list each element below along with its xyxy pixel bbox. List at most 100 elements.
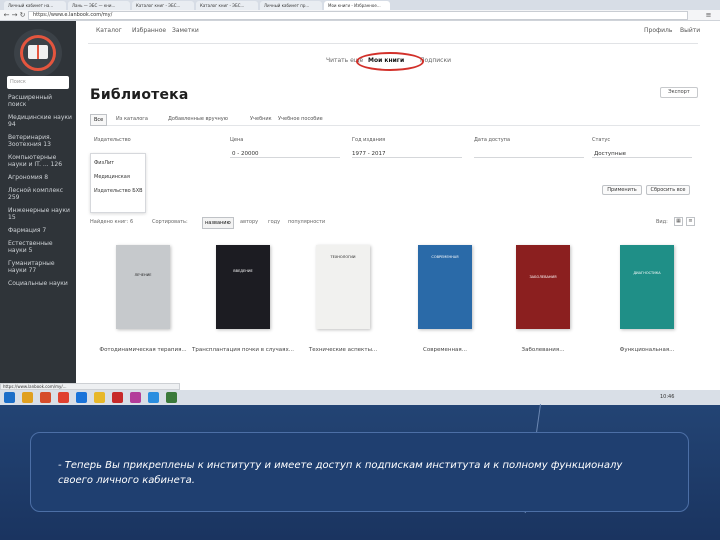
- cover-text: ВВЕДЕНИЕ: [233, 269, 253, 273]
- nav-catalog[interactable]: Каталог: [96, 27, 122, 34]
- nav-logout[interactable]: Выйти: [680, 27, 700, 34]
- cover-text: ТЕХНОЛОГИИ: [330, 255, 356, 259]
- sidebar-item[interactable]: Агрономия 8: [8, 174, 72, 181]
- sidebar-item[interactable]: Ветеринария. Зоотехния 13: [8, 134, 72, 148]
- list-view-icon[interactable]: ≡: [686, 217, 695, 226]
- sidebar-item[interactable]: Инженерные науки 15: [8, 207, 72, 221]
- reset-button[interactable]: Сбросить все: [646, 185, 690, 195]
- nav-profile[interactable]: Профиль: [644, 27, 672, 34]
- dropdown-option[interactable]: Медицинская: [94, 174, 144, 180]
- book-title[interactable]: Заболевания...: [492, 347, 594, 354]
- browser-tab[interactable]: Каталог книг - ЭБС...: [132, 1, 194, 10]
- slide-caption: - Теперь Вы прикреплены к институту и им…: [58, 460, 623, 486]
- sort-by-author[interactable]: автору: [240, 217, 258, 227]
- sidebar: Поиск Расширенный поиск Медицинские наук…: [0, 21, 76, 383]
- year-label: Год издания: [352, 137, 386, 143]
- sidebar-item[interactable]: Медицинские науки 94: [8, 114, 72, 128]
- onenote-icon[interactable]: [130, 392, 141, 403]
- sidebar-item[interactable]: Социальные науки: [8, 280, 72, 287]
- yandex-icon[interactable]: [58, 392, 69, 403]
- sort-by-popularity[interactable]: популярности: [288, 217, 325, 227]
- clock: 10:46: [660, 394, 675, 400]
- browser-toolbar: ← → ↻ https://www.e.lanbook.com/my/ ≡: [0, 10, 720, 21]
- browser-tab[interactable]: Личный кабинет пр...: [260, 1, 322, 10]
- divider: [88, 43, 698, 44]
- top-nav: Каталог Избранное Заметки Профиль Выйти: [76, 27, 700, 37]
- tab-subscriptions[interactable]: Подписки: [420, 55, 451, 67]
- pdf-icon[interactable]: [112, 392, 123, 403]
- cover-text: ЛЕЧЕНИЕ: [134, 273, 152, 277]
- cover-text: ЗАБОЛЕВАНИЯ: [529, 275, 557, 279]
- browser-tab[interactable]: Лань — ЭБС — кни...: [68, 1, 130, 10]
- tab-added-manually[interactable]: Добавленные вручную: [168, 114, 228, 124]
- book-cover[interactable]: ВВЕДЕНИЕ: [216, 245, 270, 329]
- view-label: Вид:: [656, 219, 668, 225]
- book-cover[interactable]: ТЕХНОЛОГИИ: [316, 245, 370, 329]
- status-label: Статус: [592, 137, 611, 143]
- tab-study-guide[interactable]: Учебное пособие: [278, 114, 323, 124]
- date-underline: [474, 157, 584, 158]
- os-taskbar: 10:46: [0, 390, 720, 405]
- book-title[interactable]: Функциональная...: [596, 347, 698, 354]
- sidebar-item[interactable]: Лесной комплекс 259: [8, 187, 72, 201]
- highlight-circle: [356, 52, 424, 71]
- dropdown-option[interactable]: ФизЛит: [94, 160, 144, 166]
- reload-icon[interactable]: ↻: [18, 11, 27, 20]
- book-cover[interactable]: СОВРЕМЕННАЯ: [418, 245, 472, 329]
- browser-tab[interactable]: Каталог книг - ЭБС...: [196, 1, 258, 10]
- book-icon: [28, 45, 48, 59]
- price-label: Цена: [230, 137, 244, 143]
- date-label: Дата доступа: [474, 137, 511, 143]
- status-underline: [592, 157, 692, 158]
- sidebar-item[interactable]: Естественные науки 5: [8, 240, 72, 254]
- app-icon[interactable]: [40, 392, 51, 403]
- main-content: Каталог Избранное Заметки Профиль Выйти …: [76, 21, 720, 383]
- address-bar[interactable]: https://www.e.lanbook.com/my/: [28, 11, 688, 20]
- tab-all[interactable]: Все: [90, 114, 108, 126]
- book-cover[interactable]: ЛЕЧЕНИЕ: [116, 245, 170, 329]
- year-underline: [352, 157, 462, 158]
- sort-label: Сортировать:: [152, 219, 188, 225]
- folder-icon[interactable]: [22, 392, 33, 403]
- category-tabs: Все Из каталога Добавленные вручную Учеб…: [90, 114, 700, 126]
- cover-text: ДИАГНОСТИКА: [633, 271, 661, 275]
- ie-icon[interactable]: [76, 392, 87, 403]
- logo[interactable]: [14, 29, 62, 77]
- windows-start-icon[interactable]: [4, 392, 15, 403]
- menu-icon[interactable]: ≡: [704, 11, 713, 20]
- page-title: Библиотека: [90, 87, 189, 103]
- sidebar-list: Расширенный поиск Медицинские науки 94 В…: [8, 94, 72, 293]
- sidebar-item[interactable]: Расширенный поиск: [8, 94, 72, 108]
- browser-tab-active[interactable]: Мои книги - Избранное...: [324, 1, 390, 10]
- sidebar-item[interactable]: Гуманитарные науки 77: [8, 260, 72, 274]
- excel-icon[interactable]: [166, 392, 177, 403]
- found-count: Найдено книг: 6: [90, 219, 134, 225]
- sort-by-title[interactable]: названию: [202, 217, 234, 229]
- sidebar-item[interactable]: Компьютерные науки и IT. ... 126: [8, 154, 72, 168]
- sort-by-year[interactable]: году: [268, 217, 280, 227]
- book-title[interactable]: Трансплантация почки в случаях...: [192, 347, 294, 354]
- sidebar-item[interactable]: Фармация 7: [8, 227, 72, 234]
- book-cover[interactable]: ЗАБОЛЕВАНИЯ: [516, 245, 570, 329]
- book-cover[interactable]: ДИАГНОСТИКА: [620, 245, 674, 329]
- tab-from-catalog[interactable]: Из каталога: [116, 114, 148, 124]
- publisher-label: Издательство: [94, 137, 131, 143]
- grid-view-icon[interactable]: ▦: [674, 217, 683, 226]
- tab-textbook[interactable]: Учебник: [250, 114, 272, 124]
- sidebar-search-input[interactable]: Поиск: [7, 76, 69, 89]
- publisher-dropdown[interactable]: ФизЛит Медицинская Издательство БХВ: [90, 153, 146, 213]
- nav-notes[interactable]: Заметки: [172, 27, 199, 34]
- book-title[interactable]: Фотодинамическая терапия...: [92, 347, 194, 354]
- apply-button[interactable]: Применить: [602, 185, 642, 195]
- book-title[interactable]: Технические аспекты...: [292, 347, 394, 354]
- skype-icon[interactable]: [148, 392, 159, 403]
- dropdown-option[interactable]: Издательство БХВ: [94, 188, 144, 194]
- price-underline: [230, 157, 340, 158]
- browser-tab[interactable]: Личный кабинет на...: [4, 1, 66, 10]
- book-title[interactable]: Современная...: [394, 347, 496, 354]
- chrome-icon[interactable]: [94, 392, 105, 403]
- nav-favorites[interactable]: Избранное: [132, 27, 166, 34]
- export-button[interactable]: Экспорт: [660, 87, 698, 98]
- cover-text: СОВРЕМЕННАЯ: [431, 255, 459, 259]
- book-grid: ЛЕЧЕНИЕ Фотодинамическая терапия... ВВЕД…: [90, 245, 700, 383]
